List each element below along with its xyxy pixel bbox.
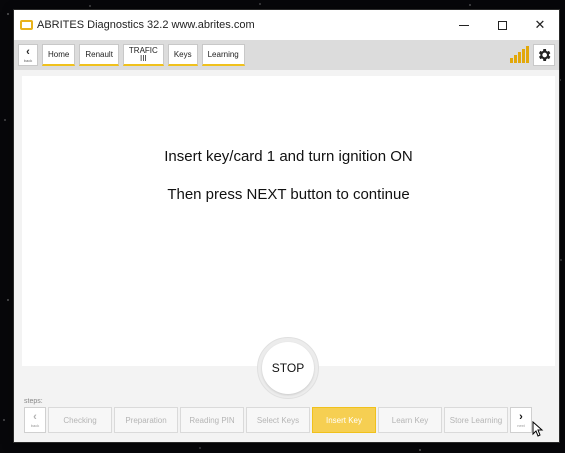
step-insert-key: Insert Key	[312, 407, 376, 433]
maximize-icon	[497, 20, 507, 30]
instruction-line-2: Then press NEXT button to continue	[167, 186, 410, 203]
toolbar: ‹ back Home Renault TRAFIC III Keys Lear…	[14, 40, 559, 70]
abrites-logo-icon	[20, 20, 33, 30]
toolbar-back-button[interactable]: ‹ back	[18, 44, 38, 66]
window-title: ABRITES Diagnostics 32.2 www.abrites.com	[37, 19, 255, 31]
instruction-line-1: Insert key/card 1 and turn ignition ON	[164, 148, 413, 165]
message-panel: Insert key/card 1 and turn ignition ON T…	[22, 76, 555, 366]
breadcrumb-learning[interactable]: Learning	[201, 44, 245, 66]
title-bar: ABRITES Diagnostics 32.2 www.abrites.com…	[14, 10, 559, 40]
app-window: ABRITES Diagnostics 32.2 www.abrites.com…	[14, 10, 559, 442]
gear-icon	[538, 49, 551, 61]
minimize-button[interactable]	[445, 10, 483, 40]
breadcrumb-keys[interactable]: Keys	[167, 44, 198, 66]
step-preparation: Preparation	[114, 407, 178, 433]
breadcrumb-home[interactable]: Home	[42, 44, 76, 66]
next-button[interactable]: › next	[510, 407, 532, 433]
next-label: next	[517, 423, 525, 428]
signal-strength-icon	[510, 45, 529, 63]
step-checking: Checking	[48, 407, 112, 433]
settings-button[interactable]	[533, 44, 555, 66]
breadcrumb-renault[interactable]: Renault	[79, 44, 119, 66]
breadcrumb-trafic[interactable]: TRAFIC III	[122, 44, 164, 66]
step-back-label: back	[30, 423, 40, 428]
minimize-icon	[459, 24, 469, 26]
chevron-left-icon: ‹	[33, 411, 37, 423]
step-select-keys: Select Keys	[246, 407, 310, 433]
step-store-learning: Store Learning	[444, 407, 508, 433]
maximize-button[interactable]	[483, 10, 521, 40]
close-button[interactable]: ✕	[521, 10, 559, 40]
steps-label: steps:	[24, 398, 43, 405]
step-back-button[interactable]: ‹ back	[24, 407, 46, 433]
close-icon: ✕	[534, 17, 546, 32]
breadcrumb-trafic-line2: III	[140, 53, 147, 63]
chevron-right-icon: ›	[519, 411, 523, 423]
step-reading-pin: Reading PIN	[180, 407, 244, 433]
chevron-left-icon: ‹	[26, 46, 30, 58]
back-label: back	[23, 58, 33, 63]
step-bar: ‹ back Checking Preparation Reading PIN …	[24, 407, 552, 433]
stop-button[interactable]: STOP	[262, 342, 314, 394]
step-learn-key: Learn Key	[378, 407, 442, 433]
